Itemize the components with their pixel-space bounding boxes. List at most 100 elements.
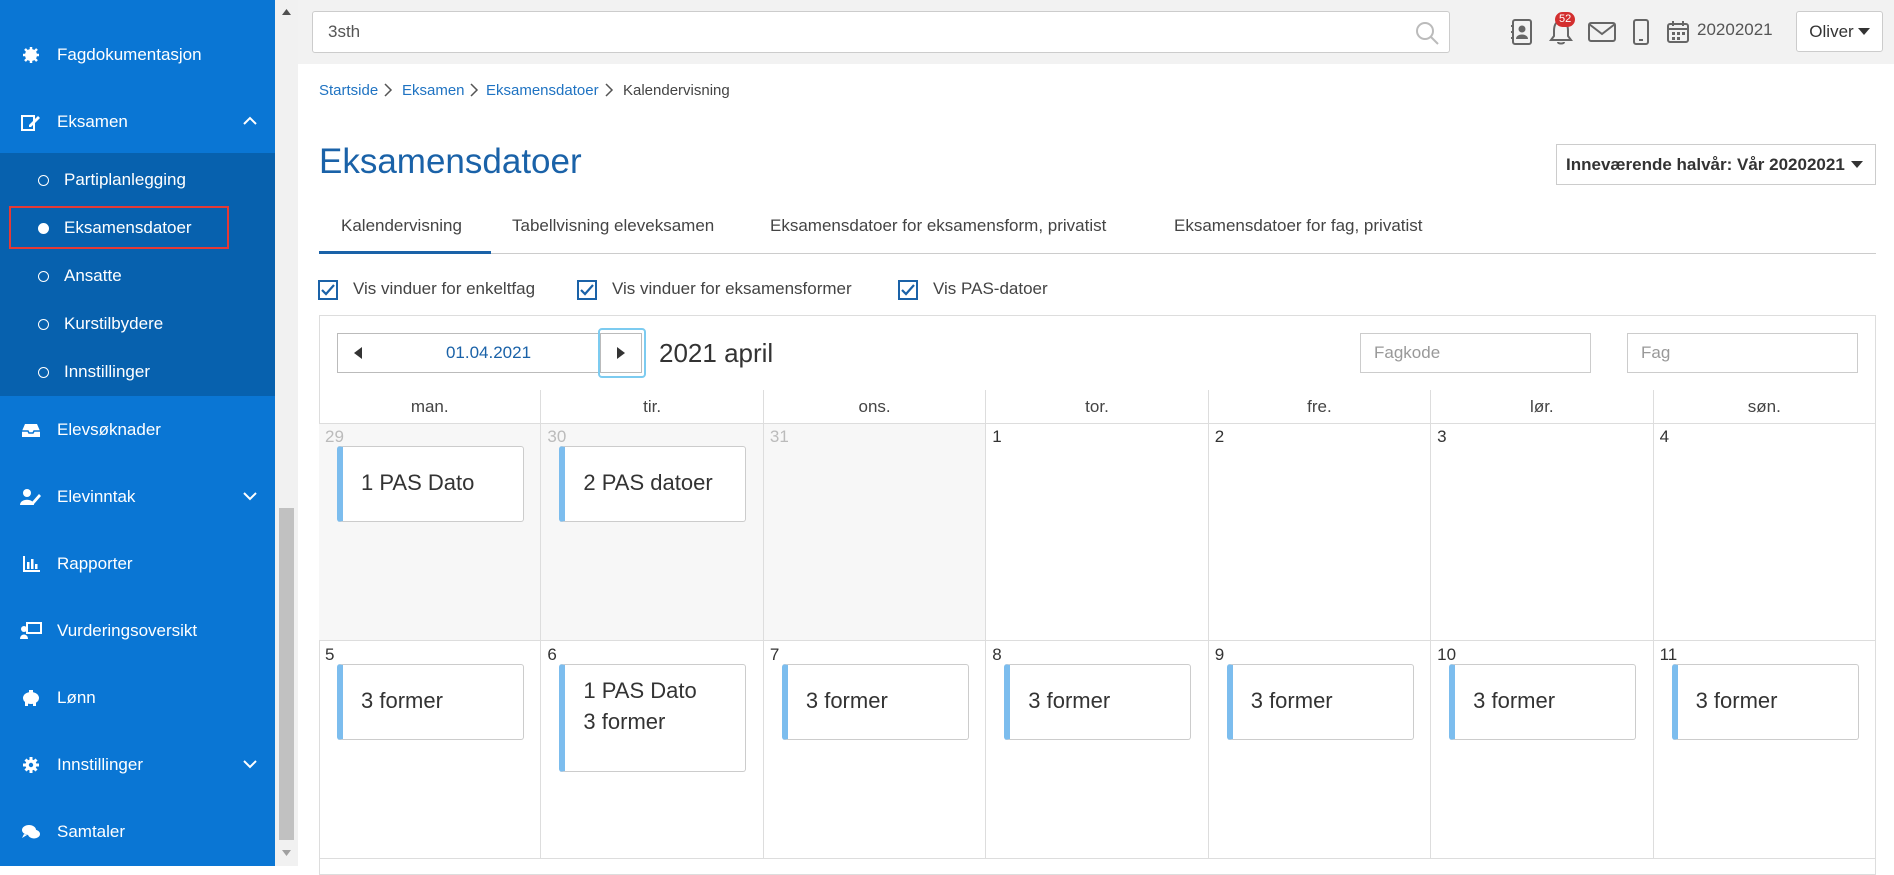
day-number: 1 [992, 427, 1002, 446]
semester-select[interactable]: Inneværende halvår: Vår 20202021 [1556, 144, 1876, 185]
search-icon[interactable] [1415, 21, 1439, 45]
calendar-event[interactable]: 3 former [1449, 664, 1637, 740]
sidebar-item-rapporter[interactable]: Rapporter [0, 530, 275, 597]
caret-down-icon [1857, 27, 1870, 35]
user-edit-icon [20, 486, 42, 508]
search-input[interactable]: 3sth [312, 11, 1450, 53]
sidebar-item-samtaler[interactable]: Samtaler [0, 798, 275, 865]
breadcrumb-eksamen[interactable]: Eksamen [402, 82, 465, 99]
calendar-day-cell[interactable]: 4 [1653, 423, 1876, 641]
sidebar-item-vurderingsoversikt[interactable]: Vurderingsoversikt [0, 597, 275, 664]
calendar-day-cell[interactable]: 29 1 PAS Dato [319, 423, 542, 641]
sidebar-item-label: Innstillinger [57, 754, 143, 774]
school-year[interactable]: 20202021 [1697, 20, 1773, 40]
sidebar-item-elevinntak[interactable]: Elevinntak [0, 463, 275, 530]
day-number: 5 [325, 645, 335, 664]
chevron-down-icon[interactable] [241, 755, 259, 773]
calendar-day-cell[interactable]: 11 3 former [1653, 641, 1876, 859]
search-value: 3sth [328, 22, 361, 41]
submenu-item-partiplanlegging[interactable]: Partiplanlegging [0, 160, 275, 200]
calendar-day-cell[interactable]: 6 1 PAS Dato 3 former [541, 641, 764, 859]
calendar-day-cell[interactable]: 2 [1208, 423, 1432, 641]
fag-input[interactable]: Fag [1627, 333, 1858, 373]
checkbox-pas-datoer[interactable] [898, 280, 918, 300]
checkmark-icon [901, 284, 915, 296]
day-number: 10 [1437, 645, 1457, 664]
chevron-right-icon [384, 83, 393, 97]
mail-icon[interactable] [1588, 18, 1616, 46]
scroll-up-arrow-icon[interactable] [282, 9, 291, 15]
radio-dot-icon [38, 174, 49, 186]
calendar-event[interactable]: 3 former [1004, 664, 1192, 740]
tab-kalendervisning[interactable]: Kalendervisning [341, 216, 462, 236]
day-number: 3 [1437, 427, 1447, 446]
calendar-day-cell[interactable]: 8 3 former [986, 641, 1209, 859]
prev-month-button[interactable] [337, 333, 378, 373]
sidebar-item-label: Elevinntak [57, 486, 136, 506]
day-header: søn. [1654, 390, 1876, 423]
submenu-item-innstillinger[interactable]: Innstillinger [0, 352, 275, 392]
chevron-up-icon[interactable] [241, 112, 259, 130]
calendar-event[interactable]: 3 former [1226, 664, 1414, 740]
calendar-day-cell[interactable]: 9 3 former [1208, 641, 1432, 859]
header-divider [319, 423, 1876, 424]
calendar-icon[interactable] [1664, 18, 1692, 46]
exam-edit-icon [20, 111, 42, 133]
calendar-event[interactable]: 3 former [1671, 664, 1859, 740]
sidebar-item-label: Eksamen [57, 111, 128, 131]
day-number: 29 [325, 427, 344, 446]
submenu-item-kurstilbydere[interactable]: Kurstilbydere [0, 304, 275, 344]
calendar-day-cell[interactable]: 10 3 former [1431, 641, 1654, 859]
calendar-day-cell[interactable]: 3 [1431, 423, 1654, 641]
chat-icon [20, 821, 42, 843]
user-name: Oliver [1809, 21, 1854, 41]
date-input[interactable]: 01.04.2021 [377, 333, 600, 373]
fagkode-input[interactable]: Fagkode [1360, 333, 1591, 373]
presentation-icon [20, 620, 42, 642]
sidebar-item-eksamen[interactable]: Eksamen [0, 88, 275, 155]
checkbox-eksamensformer[interactable] [577, 280, 597, 300]
scroll-thumb[interactable] [279, 508, 294, 840]
tab-tabellvisning[interactable]: Tabellvisning eleveksamen [512, 216, 714, 236]
tab-fag-privatist[interactable]: Eksamensdatoer for fag, privatist [1174, 216, 1423, 236]
scroll-down-arrow-icon[interactable] [282, 850, 291, 856]
contacts-icon[interactable] [1508, 18, 1536, 46]
tab-eksamensform-privatist[interactable]: Eksamensdatoer for eksamensform, privati… [770, 216, 1106, 236]
sidebar-item-fagdokumentasjon[interactable]: Fagdokumentasjon [0, 21, 275, 88]
calendar-day-cell[interactable]: 7 3 former [763, 641, 987, 859]
day-number: 30 [547, 427, 567, 446]
calendar-event[interactable]: 3 former [337, 664, 524, 740]
breadcrumb-kalendervisning: Kalendervisning [623, 82, 730, 99]
eksamen-submenu: Partiplanlegging Eksamensdatoer Ansatte … [0, 153, 275, 396]
sidebar-item-elevsoknader[interactable]: Elevsøknader [0, 396, 275, 463]
calendar-event[interactable]: 1 PAS Dato [337, 446, 524, 522]
tabs-divider [319, 253, 1876, 254]
calendar-event[interactable]: 1 PAS Dato 3 former [559, 664, 747, 772]
chevron-down-icon[interactable] [241, 487, 259, 505]
calendar-event[interactable]: 2 PAS datoer [559, 446, 747, 522]
radio-dot-icon [38, 270, 49, 282]
checkbox-enkeltfag[interactable] [318, 280, 338, 300]
sidebar-item-lonn[interactable]: Lønn [0, 664, 275, 731]
submenu-item-ansatte[interactable]: Ansatte [0, 256, 275, 296]
calendar-day-cell[interactable]: 30 2 PAS datoer [541, 423, 764, 641]
calendar-event[interactable]: 3 former [781, 664, 969, 740]
breadcrumb-eksamensdatoer[interactable]: Eksamensdatoer [486, 82, 599, 99]
user-menu-button[interactable]: Oliver [1796, 11, 1883, 52]
event-line: 3 former [1473, 688, 1556, 713]
breadcrumb-startside[interactable]: Startside [319, 82, 378, 99]
day-header: man. [319, 390, 542, 423]
calendar-day-cell[interactable]: 5 3 former [319, 641, 542, 859]
event-line: 1 PAS Dato [361, 470, 475, 495]
phone-icon[interactable] [1627, 18, 1655, 46]
day-header: tor. [986, 390, 1209, 423]
radio-dot-icon [38, 318, 49, 330]
calendar-day-cell[interactable]: 1 [986, 423, 1209, 641]
calendar-day-cell[interactable]: 31 [763, 423, 987, 641]
sidebar-item-label: Fagdokumentasjon [57, 44, 202, 64]
highlight-box [9, 206, 229, 249]
submenu-label: Ansatte [64, 266, 122, 285]
checkmark-icon [321, 284, 335, 296]
sidebar-scrollbar[interactable] [275, 0, 298, 866]
sidebar-item-innstillinger[interactable]: Innstillinger [0, 731, 275, 798]
